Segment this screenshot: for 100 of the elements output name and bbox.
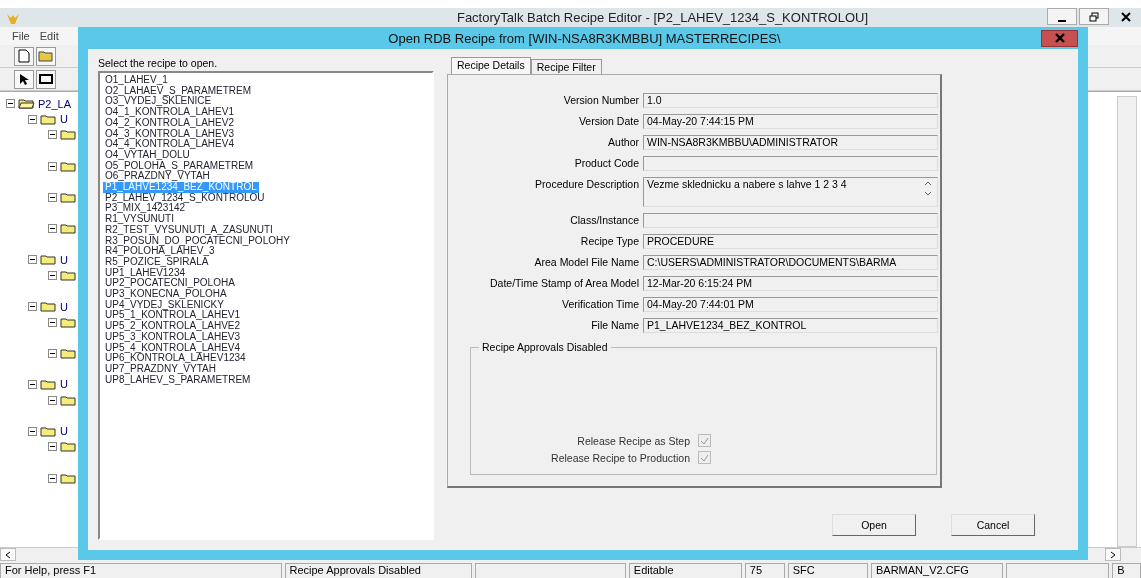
tree-item[interactable]: P2_LA <box>38 97 72 110</box>
collapse-icon[interactable] <box>28 255 37 265</box>
list-item[interactable]: UP5_2_KONTROLA_LAHVE2 <box>103 321 243 332</box>
folder-icon <box>40 301 57 312</box>
text-field[interactable]: 1.0 <box>643 93 938 108</box>
tree-item[interactable]: U <box>60 378 68 391</box>
pointer-tool-button[interactable] <box>14 69 34 89</box>
collapse-icon[interactable] <box>48 317 57 327</box>
status-pane: For Help, press F1 <box>0 563 282 578</box>
rectangle-icon <box>39 74 53 84</box>
collapse-icon[interactable] <box>28 380 37 389</box>
list-item[interactable]: UP5_4_KONTROLA_LAHEV4 <box>103 342 243 354</box>
folder-icon <box>40 425 57 437</box>
collapse-icon[interactable] <box>48 270 57 280</box>
collapse-icon[interactable] <box>28 302 37 311</box>
folder-icon <box>60 223 77 235</box>
list-item[interactable]: UP5_3_KONTROLA_LAHEV3 <box>103 331 243 343</box>
collapse-icon[interactable] <box>48 192 57 202</box>
list-item[interactable]: O5_POLOHA_S_PARAMETREM <box>103 160 256 172</box>
list-item[interactable]: P3_MIX_1423142 <box>103 203 188 215</box>
tree-item[interactable]: U <box>60 425 68 438</box>
list-item[interactable]: O4_3_KONTROLA_LAHEV3 <box>103 128 236 140</box>
close-icon <box>1121 11 1131 22</box>
list-item[interactable]: O6_PRAZDNY_VYTAH <box>103 171 212 183</box>
text-field[interactable]: 04-May-20 7:44:01 PM <box>643 297 938 312</box>
text-field[interactable] <box>643 213 938 228</box>
collapse-icon[interactable] <box>48 130 57 140</box>
text-field[interactable]: C:\USERS\ADMINISTRATOR\DOCUMENTS\BARMA <box>643 255 938 270</box>
folder-icon <box>60 316 77 328</box>
collapse-icon[interactable] <box>48 395 57 405</box>
collapse-icon[interactable] <box>48 224 57 234</box>
tab[interactable]: Recipe Details <box>451 57 531 74</box>
dialog-button[interactable]: Cancel <box>951 514 1035 536</box>
scroll-right-button[interactable] <box>1105 548 1121 561</box>
list-item[interactable]: R1_VYSUNUTI <box>103 214 176 225</box>
collapse-icon[interactable] <box>28 114 37 124</box>
list-item[interactable]: UP4_VYDEJ_SKLENICKY <box>103 299 226 311</box>
group-title: Recipe Approvals Disabled <box>479 341 611 353</box>
folder-icon <box>60 394 77 406</box>
text-field[interactable]: 04-May-20 7:44:15 PM <box>643 114 938 129</box>
list-item[interactable]: O3_VYDEJ_SKLENICE <box>103 96 214 108</box>
collapse-icon[interactable] <box>48 442 57 452</box>
folder-icon <box>38 50 54 62</box>
new-file-button[interactable] <box>14 46 34 66</box>
field-label: Version Date <box>577 114 640 127</box>
dialog-button[interactable]: Open <box>832 514 916 536</box>
list-item[interactable]: R4_POLOHA_LAHEV_3 <box>103 246 217 257</box>
list-item[interactable]: UP8_LAHEV_S_PARAMETREM <box>103 374 253 386</box>
folder-icon <box>40 113 57 125</box>
text-field[interactable]: WIN-NSA8R3KMBBU\ADMINISTRATOR <box>643 135 938 150</box>
minimize-icon <box>1058 19 1066 22</box>
text-field[interactable]: 12-Mar-20 6:15:24 PM <box>643 276 938 291</box>
list-item[interactable]: O4_2_KONTROLA_LAHEV2 <box>103 117 236 129</box>
collapse-icon[interactable] <box>6 99 15 109</box>
tree-item[interactable]: U <box>60 300 68 313</box>
list-item[interactable]: UP3_KONECNA_POLOHA <box>103 289 229 300</box>
status-pane: B <box>1112 563 1141 578</box>
list-item[interactable]: O4_1_KONTROLA_LAHEV1 <box>103 107 236 118</box>
list-item[interactable]: UP5_1_KONTROLA_LAHEV1 <box>103 310 243 322</box>
collapse-icon[interactable] <box>48 348 57 358</box>
list-item[interactable]: O4_4_KONTROLA_LAHEV4 <box>103 139 236 150</box>
list-item[interactable]: O4_VYTAH_DOLU <box>103 149 192 161</box>
collapse-icon[interactable] <box>28 426 37 436</box>
tree-item[interactable]: U <box>60 113 68 126</box>
status-pane: 75 <box>744 563 785 578</box>
list-item[interactable]: UP6_KONTROLA_LAHEV1234 <box>103 353 248 364</box>
text-field[interactable] <box>643 156 938 171</box>
rectangle-tool-button[interactable] <box>36 69 56 89</box>
app-icon <box>6 13 20 25</box>
text-area[interactable]: Vezme sklednicku a nabere s lahve 1 2 3 4 <box>643 177 938 207</box>
checkbox-label: Release Recipe to Production <box>551 451 690 464</box>
list-item[interactable]: UP2_POCATECNI_POLOHA <box>103 278 237 290</box>
folder-icon <box>60 191 77 203</box>
list-item[interactable]: R3_POSUN_DO_POCATECNI_POLOHY <box>103 235 292 247</box>
tab[interactable]: Recipe Filter <box>530 59 602 74</box>
scroll-left-button[interactable] <box>0 548 16 561</box>
prompt-text: Select the recipe to open. <box>98 57 219 69</box>
collapse-icon[interactable] <box>48 473 57 483</box>
menu-item[interactable]: File <box>12 30 30 42</box>
checkbox-label: Release Recipe as Step <box>577 434 690 447</box>
text-field[interactable]: PROCEDURE <box>643 234 938 249</box>
minimize-button[interactable] <box>1047 8 1077 25</box>
list-item[interactable]: R2_TEST_VYSUNUTI_A_ZASUNUTI <box>103 224 275 236</box>
list-item[interactable]: UP7_PRAZDNY_VYTAH <box>103 364 218 375</box>
text-field[interactable]: P1_LAHVE1234_BEZ_KONTROL <box>643 318 938 333</box>
list-item[interactable]: O1_LAHEV_1 <box>103 75 170 86</box>
list-item[interactable]: P2_LAHEV_1234_S_KONTROLOU <box>103 192 267 204</box>
list-item[interactable]: O2_LAHAEV_S_PARAMETREM <box>103 85 253 97</box>
vertical-scrollbar[interactable] <box>1117 96 1137 547</box>
tree-item[interactable]: U <box>60 253 68 266</box>
field-label: File Name <box>590 318 640 331</box>
recipe-list[interactable] <box>98 71 434 540</box>
folder-icon <box>40 254 57 266</box>
list-item[interactable]: UP1_LAHEV1234 <box>103 267 188 279</box>
collapse-icon[interactable] <box>48 161 57 171</box>
field-label: Area Model File Name <box>533 255 640 268</box>
close-button[interactable] <box>1041 29 1078 47</box>
menu-item[interactable]: Edit <box>39 30 59 42</box>
list-item[interactable]: R5_POZICE_SPIRALA <box>103 256 211 268</box>
restore-button[interactable] <box>1079 8 1109 25</box>
